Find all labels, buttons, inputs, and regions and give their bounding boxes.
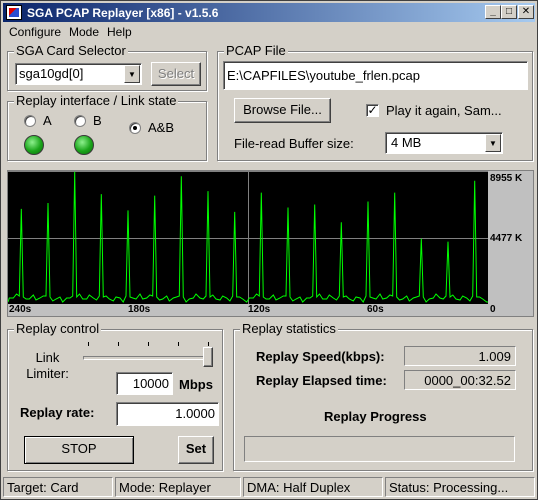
link-limiter-unit: Mbps — [179, 377, 213, 392]
y-tick-label: 8955 K — [490, 173, 523, 184]
buffer-size-value: 4 MB — [391, 135, 422, 150]
menu-help[interactable]: Help — [107, 25, 132, 39]
replay-speed-label: Replay Speed(kbps): — [256, 349, 385, 364]
radio-interface-ab[interactable] — [129, 122, 141, 134]
status-state: Status: Processing... — [385, 477, 535, 497]
replay-statistics-title: Replay statistics — [240, 321, 338, 336]
slider-tick — [148, 342, 149, 346]
set-button[interactable]: Set — [178, 436, 214, 464]
pcap-path-input[interactable]: E:\CAPFILES\youtube_frlen.pcap — [223, 61, 528, 90]
graph-y-scale: 8955 K 4477 K 0 — [488, 171, 533, 316]
link-limiter-slider-thumb[interactable] — [203, 347, 213, 367]
throughput-graph — [7, 171, 488, 304]
replay-progress-label: Replay Progress — [324, 409, 427, 424]
status-mode: Mode: Replayer — [115, 477, 241, 497]
replay-interface-title: Replay interface / Link state — [14, 93, 179, 108]
replay-speed-value: 1.009 — [404, 346, 516, 366]
card-selector-title: SGA Card Selector — [14, 43, 128, 58]
throughput-graph-svg — [7, 171, 488, 304]
slider-tick — [88, 342, 89, 346]
link-limiter-input[interactable]: 10000 — [116, 372, 173, 395]
replay-rate-value: 1.0000 — [175, 406, 215, 421]
link-limiter-value: 10000 — [132, 376, 169, 391]
replay-elapsed-value: 0000_00:32.52 — [404, 370, 516, 390]
chevron-down-icon[interactable]: ▼ — [124, 65, 140, 83]
replay-control-title: Replay control — [14, 321, 102, 336]
link-a-led-icon — [24, 135, 44, 155]
x-tick-label: 240s — [9, 304, 32, 315]
stop-button[interactable]: STOP — [24, 436, 134, 464]
card-dropdown-value: sga10gd[0] — [19, 66, 84, 81]
radio-label-ab: A&B — [148, 120, 175, 135]
replay-rate-label: Replay rate: — [20, 405, 95, 420]
play-again-checkbox[interactable]: ✓ — [366, 104, 379, 117]
app-window: SGA PCAP Replayer [x86] - v1.5.6 _ □ ✕ C… — [0, 0, 538, 500]
graph-x-scale: 240s 180s 120s 60s — [8, 304, 488, 316]
maximize-button[interactable]: □ — [501, 5, 517, 19]
menu-configure[interactable]: Configure — [9, 25, 61, 39]
card-selector-group: SGA Card Selector sga10gd[0] ▼ Select — [7, 43, 207, 91]
status-dma: DMA: Half Duplex — [243, 477, 383, 497]
radio-label-a: A — [43, 113, 52, 128]
menu-mode[interactable]: Mode — [69, 25, 99, 39]
close-button[interactable]: ✕ — [518, 5, 534, 19]
radio-interface-b[interactable] — [74, 115, 86, 127]
app-icon — [6, 5, 22, 20]
pcap-file-title: PCAP File — [224, 43, 288, 58]
title-bar[interactable]: SGA PCAP Replayer [x86] - v1.5.6 _ □ ✕ — [3, 3, 535, 22]
slider-tick — [118, 342, 119, 346]
x-tick-label: 120s — [248, 304, 271, 315]
card-dropdown[interactable]: sga10gd[0] ▼ — [15, 63, 142, 85]
pcap-file-group: PCAP File E:\CAPFILES\youtube_frlen.pcap… — [217, 43, 533, 161]
status-bar: Target: Card Mode: Replayer DMA: Half Du… — [3, 477, 535, 497]
buffer-size-label: File-read Buffer size: — [234, 136, 354, 151]
select-button[interactable]: Select — [151, 62, 201, 86]
replay-statistics-group: Replay statistics Replay Speed(kbps): 1.… — [233, 321, 533, 471]
play-again-label: Play it again, Sam... — [386, 103, 502, 118]
y-tick-label: 0 — [490, 304, 496, 315]
pcap-path-value: E:\CAPFILES\youtube_frlen.pcap — [227, 68, 420, 83]
replay-interface-group: Replay interface / Link state A B A&B — [7, 93, 207, 161]
x-tick-label: 60s — [367, 304, 384, 315]
status-target: Target: Card — [3, 477, 113, 497]
slider-tick — [208, 342, 209, 346]
replay-elapsed-label: Replay Elapsed time: — [256, 373, 387, 388]
replay-control-group: Replay control Link Limiter: 10000 Mbps … — [7, 321, 223, 471]
radio-label-b: B — [93, 113, 102, 128]
radio-interface-a[interactable] — [24, 115, 36, 127]
x-tick-label: 180s — [128, 304, 151, 315]
link-b-led-icon — [74, 135, 94, 155]
minimize-button[interactable]: _ — [485, 5, 501, 19]
link-limiter-slider-track[interactable] — [83, 356, 213, 360]
y-tick-label: 4477 K — [490, 233, 523, 244]
menu-bar: Configure Mode Help — [3, 23, 535, 41]
replay-rate-input[interactable]: 1.0000 — [116, 402, 219, 426]
window-title: SGA PCAP Replayer [x86] - v1.5.6 — [27, 6, 219, 20]
link-limiter-label: Link Limiter: — [26, 350, 69, 381]
browse-file-button[interactable]: Browse File... — [234, 98, 331, 123]
replay-progress-bar — [244, 436, 515, 462]
slider-tick — [178, 342, 179, 346]
buffer-size-dropdown[interactable]: 4 MB ▼ — [385, 132, 503, 154]
chevron-down-icon[interactable]: ▼ — [485, 134, 501, 152]
